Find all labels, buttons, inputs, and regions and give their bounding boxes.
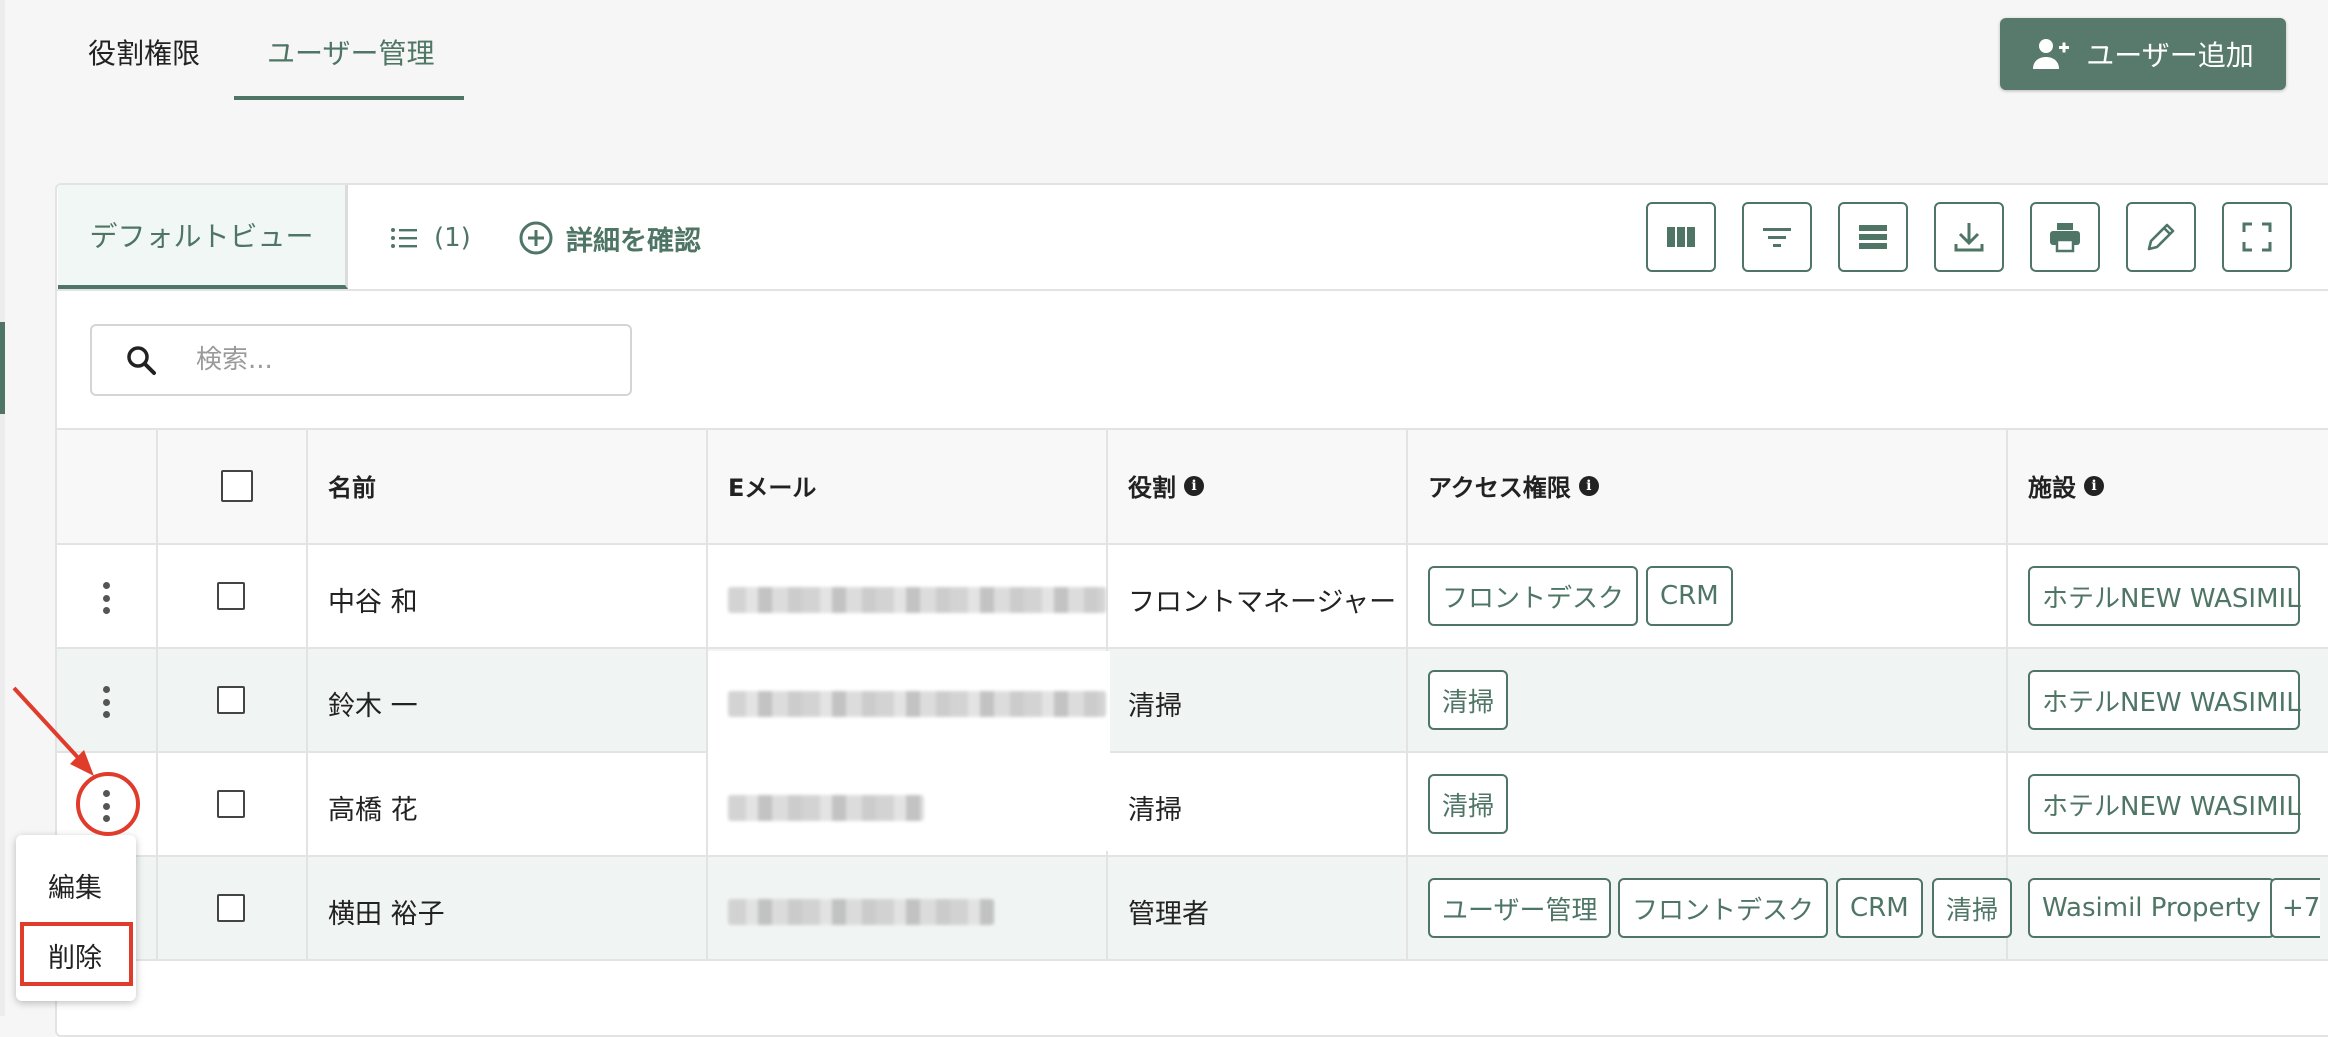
view-details-button[interactable]: 詳細を確認 <box>518 216 701 260</box>
user-role: 管理者 <box>1128 899 1209 930</box>
user-role: 清掃 <box>1128 691 1182 722</box>
edit-button[interactable] <box>2126 202 2196 272</box>
pencil-icon <box>2147 223 2175 251</box>
filter-icon <box>1763 228 1791 247</box>
info-icon[interactable]: i <box>1184 475 1204 496</box>
print-button[interactable] <box>2030 202 2100 272</box>
view-details-label: 詳細を確認 <box>566 225 701 257</box>
row-checkbox[interactable] <box>217 582 245 610</box>
row-checkbox[interactable] <box>217 894 245 922</box>
user-name: 鈴木 一 <box>328 691 418 722</box>
menu-item-edit[interactable]: 編集 <box>48 866 102 905</box>
email-redacted <box>728 795 924 821</box>
tab-roles-permissions[interactable]: 役割権限 <box>88 32 200 72</box>
facility-chip: Wasimil Property <box>2028 878 2275 938</box>
info-icon[interactable]: i <box>1578 475 1599 496</box>
select-all-checkbox[interactable] <box>221 470 253 502</box>
active-tab-indicator <box>234 96 464 100</box>
access-chip: CRM <box>1836 878 1923 938</box>
header-email[interactable]: Eメール <box>728 468 816 503</box>
access-chip: CRM <box>1646 566 1733 626</box>
toolbar-divider <box>57 289 2328 291</box>
highlight-box-delete <box>20 922 133 986</box>
facility-chip: ホテルNEW WASIMIL <box>2028 566 2301 626</box>
header-name-label: 名前 <box>328 474 376 502</box>
email-redacted <box>728 899 994 925</box>
row-actions-icon[interactable] <box>100 582 112 614</box>
header-email-label: Eメール <box>728 474 817 502</box>
highlight-circle-actions <box>76 772 140 836</box>
columns-button[interactable] <box>1646 202 1716 272</box>
header-name[interactable]: 名前 <box>328 468 376 503</box>
user-name: 中谷 和 <box>328 587 418 618</box>
user-name: 高橋 花 <box>328 795 418 826</box>
saved-views-count: (1) <box>434 223 471 253</box>
left-edge <box>0 0 5 1016</box>
row-checkbox[interactable] <box>217 790 245 818</box>
user-role: 清掃 <box>1128 795 1182 826</box>
fullscreen-icon <box>2242 222 2272 252</box>
default-view-label: デフォルトビュー <box>89 220 314 253</box>
density-button[interactable] <box>1838 202 1908 272</box>
email-redacted <box>728 587 1106 613</box>
column-divider <box>306 428 308 959</box>
access-chip: ユーザー管理 <box>1428 878 1612 938</box>
info-icon[interactable]: i <box>2084 475 2104 496</box>
print-icon <box>2050 223 2080 253</box>
search-box[interactable] <box>90 324 632 396</box>
list-icon <box>391 228 417 248</box>
left-edge-marker <box>0 322 5 414</box>
header-role[interactable]: 役割 i <box>1128 468 1204 503</box>
facility-chip: ホテルNEW WASIMIL <box>2028 774 2301 834</box>
add-user-label: ユーザー追加 <box>2086 39 2254 72</box>
search-input[interactable] <box>194 344 618 376</box>
default-view-tab[interactable]: デフォルトビュー <box>58 185 348 289</box>
email-redacted <box>728 691 1106 717</box>
row-checkbox[interactable] <box>217 686 245 714</box>
fullscreen-button[interactable] <box>2222 202 2292 272</box>
export-button[interactable] <box>1934 202 2004 272</box>
row-actions-icon[interactable] <box>100 686 112 718</box>
access-chip: 清掃 <box>1428 670 1509 730</box>
column-divider <box>1406 428 1408 959</box>
search-icon <box>127 346 156 375</box>
facility-chip: ホテルNEW WASIMIL <box>2028 670 2301 730</box>
access-chip: フロントデスク <box>1428 566 1639 626</box>
density-icon <box>1859 225 1887 249</box>
tab-user-management[interactable]: ユーザー管理 <box>267 32 434 72</box>
user-plus-icon <box>2033 39 2070 69</box>
facility-more-chip[interactable]: +7 <box>2270 878 2320 938</box>
add-user-button[interactable]: ユーザー追加 <box>2000 18 2286 90</box>
access-chip: 清掃 <box>1428 774 1509 834</box>
header-role-label: 役割 <box>1128 474 1176 502</box>
download-icon <box>1954 223 1984 252</box>
header-facility-label: 施設 <box>2028 474 2076 502</box>
plus-circle-icon <box>519 221 553 255</box>
user-role: フロントマネージャー <box>1128 587 1397 618</box>
user-name: 横田 裕子 <box>328 899 445 930</box>
header-facility[interactable]: 施設 i <box>2028 468 2104 503</box>
access-chip: 清掃 <box>1932 878 2013 938</box>
filter-button[interactable] <box>1742 202 1812 272</box>
header-access-label: アクセス権限 <box>1428 474 1571 502</box>
columns-icon <box>1667 227 1695 247</box>
column-divider <box>156 428 158 959</box>
saved-views-button[interactable]: (1) <box>390 218 471 258</box>
access-chip: フロントデスク <box>1618 878 1829 938</box>
header-access[interactable]: アクセス権限 i <box>1428 468 1599 503</box>
email-cell-patch <box>708 651 1110 851</box>
